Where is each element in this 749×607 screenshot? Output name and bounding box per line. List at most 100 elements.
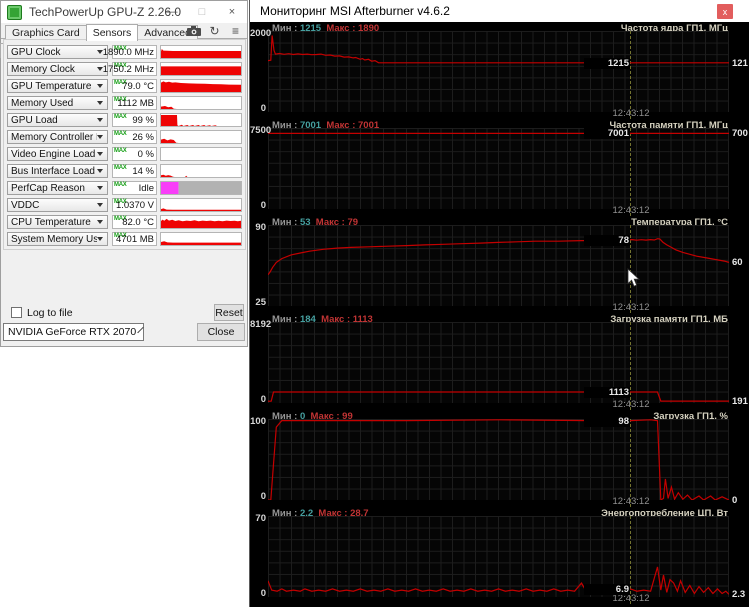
end-value-label: 60 bbox=[732, 257, 743, 268]
sensor-history-graph bbox=[160, 96, 242, 110]
close-window-icon[interactable]: x bbox=[717, 4, 733, 19]
chevron-down-icon bbox=[97, 118, 103, 122]
sensor-row: Memory Used MAX 1112 MB bbox=[7, 96, 242, 110]
sensor-history-graph bbox=[160, 113, 242, 127]
sensor-history-graph bbox=[160, 232, 242, 246]
gpu-selector-value: NVIDIA GeForce RTX 2070 bbox=[8, 326, 137, 338]
y-axis-max-label: 90 bbox=[255, 222, 266, 233]
sensor-value: MAX 1.0370 V bbox=[112, 198, 157, 212]
sensor-select[interactable]: GPU Load bbox=[7, 113, 108, 127]
log-to-file-checkbox[interactable] bbox=[11, 307, 22, 318]
sensor-value: MAX 4701 MB bbox=[112, 232, 157, 246]
sensor-row: CPU Temperature MAX 82.0 °C bbox=[7, 215, 242, 229]
tab-graphics-card[interactable]: Graphics Card bbox=[5, 25, 87, 40]
gpuz-footer: Log to file Reset bbox=[1, 304, 247, 324]
sensor-row: Video Engine Load MAX 0 % bbox=[7, 147, 242, 161]
current-value-label: 6.9 bbox=[584, 584, 630, 595]
sensor-name: GPU Load bbox=[11, 114, 58, 126]
current-value-label: 98 bbox=[584, 416, 630, 427]
sensor-select[interactable]: GPU Temperature bbox=[7, 79, 108, 93]
chevron-down-icon bbox=[97, 169, 103, 173]
close-window-icon[interactable]: × bbox=[217, 1, 247, 23]
y-axis-max-label: 7500 bbox=[250, 125, 272, 136]
cpu-power-line bbox=[268, 566, 729, 595]
end-value-label: 7001 bbox=[732, 128, 748, 139]
reset-button[interactable]: Reset bbox=[214, 304, 244, 321]
sensor-row: Bus Interface Load MAX 14 % bbox=[7, 164, 242, 178]
chevron-down-icon bbox=[97, 135, 103, 139]
sensor-history-graph bbox=[160, 181, 242, 195]
minimize-button[interactable]: — bbox=[157, 1, 187, 23]
end-value-label: 0 bbox=[732, 495, 738, 506]
sensor-row: GPU Load MAX 99 % bbox=[7, 113, 242, 127]
sensor-select[interactable]: PerfCap Reason bbox=[7, 181, 108, 195]
refresh-icon[interactable]: ↻ bbox=[207, 24, 222, 38]
graph-block: Мин : 7001 Макс : 7001 Частота памяти ГП1… bbox=[250, 120, 748, 218]
chevron-down-icon bbox=[97, 203, 103, 207]
gpu-temperature-line bbox=[268, 238, 729, 276]
y-axis-max-label: 2000 bbox=[250, 28, 272, 39]
log-to-file-label: Log to file bbox=[27, 307, 73, 319]
sensor-history-graph bbox=[160, 79, 242, 93]
desktop: TechPowerUp GPU-Z 2.26.0 — □ × Graphics … bbox=[0, 0, 749, 607]
graph-block: Мин : 0 Макс : 99 Загрузка ГП1, % 100 0 98 0 1… bbox=[250, 411, 748, 509]
menu-icon[interactable]: ≡ bbox=[228, 24, 243, 38]
maximize-button: □ bbox=[198, 6, 206, 18]
gpu-core-clock-line bbox=[268, 35, 729, 64]
sensor-value: MAX 1890.0 MHz bbox=[103, 45, 157, 59]
gpu-usage-line bbox=[268, 419, 729, 500]
sensor-select[interactable]: Memory Clock bbox=[7, 62, 108, 76]
sensor-value-text: 1.0370 V bbox=[115, 200, 154, 211]
graph-block: Мин : 53 Макс : 79 Температура ГП1, °C 90 2… bbox=[250, 217, 748, 315]
chevron-down-icon bbox=[137, 326, 144, 334]
sensor-name: Memory Clock bbox=[11, 63, 75, 75]
sensor-history-graph bbox=[160, 45, 242, 59]
max-tag: MAX bbox=[114, 131, 127, 137]
sensor-value-text: 99 % bbox=[132, 115, 154, 126]
gpu-selector-dropdown[interactable]: NVIDIA GeForce RTX 2070 bbox=[3, 323, 144, 341]
sensor-value-text: 79.0 °C bbox=[122, 81, 154, 92]
timestamp-label: 12:43:12 bbox=[612, 496, 650, 507]
sensor-row: PerfCap Reason MAX Idle bbox=[7, 181, 242, 195]
sensor-select[interactable]: GPU Clock bbox=[7, 45, 108, 59]
plot-area bbox=[268, 516, 729, 597]
gpu-memory-clock-line bbox=[268, 132, 729, 135]
tab-sensors[interactable]: Sensors bbox=[85, 24, 139, 41]
sensor-value: MAX 14 % bbox=[112, 164, 157, 178]
y-axis-min-label: 0 bbox=[260, 588, 266, 599]
sensor-select[interactable]: Bus Interface Load bbox=[7, 164, 108, 178]
max-tag: MAX bbox=[114, 182, 127, 188]
end-value-label: 191 bbox=[732, 396, 748, 407]
afterburner-window-title: Мониторинг MSI Afterburner v4.6.2 bbox=[260, 4, 450, 18]
sensor-value-text: 1750.2 MHz bbox=[102, 64, 154, 75]
sensor-value-text: 4701 MB bbox=[115, 234, 154, 245]
timestamp-label: 12:43:12 bbox=[612, 205, 650, 216]
sensor-value-text: 14 % bbox=[132, 166, 154, 177]
sensor-select[interactable]: System Memory Used bbox=[7, 232, 108, 246]
sensor-history-graph bbox=[160, 215, 242, 229]
sensor-row: VDDC MAX 1.0370 V bbox=[7, 198, 242, 212]
sensor-value-text: 1890.0 MHz bbox=[102, 47, 154, 58]
y-axis-max-label: 8192 bbox=[250, 319, 272, 330]
gpu-memory-usage-line bbox=[268, 391, 729, 402]
sensor-name: PerfCap Reason bbox=[11, 182, 85, 194]
chevron-down-icon bbox=[97, 220, 103, 224]
y-axis-min-label: 0 bbox=[260, 394, 266, 405]
sensor-name: System Memory Used bbox=[11, 233, 97, 245]
sensor-select[interactable]: Memory Used bbox=[7, 96, 108, 110]
current-value-label: 1113 bbox=[584, 387, 630, 398]
plot-area bbox=[268, 419, 729, 500]
sensor-select[interactable]: CPU Temperature bbox=[7, 215, 108, 229]
timestamp-label: 12:43:12 bbox=[612, 399, 650, 410]
sensor-history-graph bbox=[160, 198, 242, 212]
sensor-row: GPU Temperature MAX 79.0 °C bbox=[7, 79, 242, 93]
close-button[interactable]: Close bbox=[197, 323, 245, 341]
sensor-value: MAX 26 % bbox=[112, 130, 157, 144]
max-tag: MAX bbox=[114, 114, 127, 120]
sensor-select[interactable]: Video Engine Load bbox=[7, 147, 108, 161]
afterburner-graphs: Мин : 1215 Макс : 1890 Частота ядра ГП1, … bbox=[250, 22, 748, 607]
sensor-select[interactable]: Memory Controller Load bbox=[7, 130, 108, 144]
camera-icon[interactable] bbox=[186, 25, 201, 37]
sensor-select[interactable]: VDDC bbox=[7, 198, 108, 212]
sensor-value: MAX 99 % bbox=[112, 113, 157, 127]
